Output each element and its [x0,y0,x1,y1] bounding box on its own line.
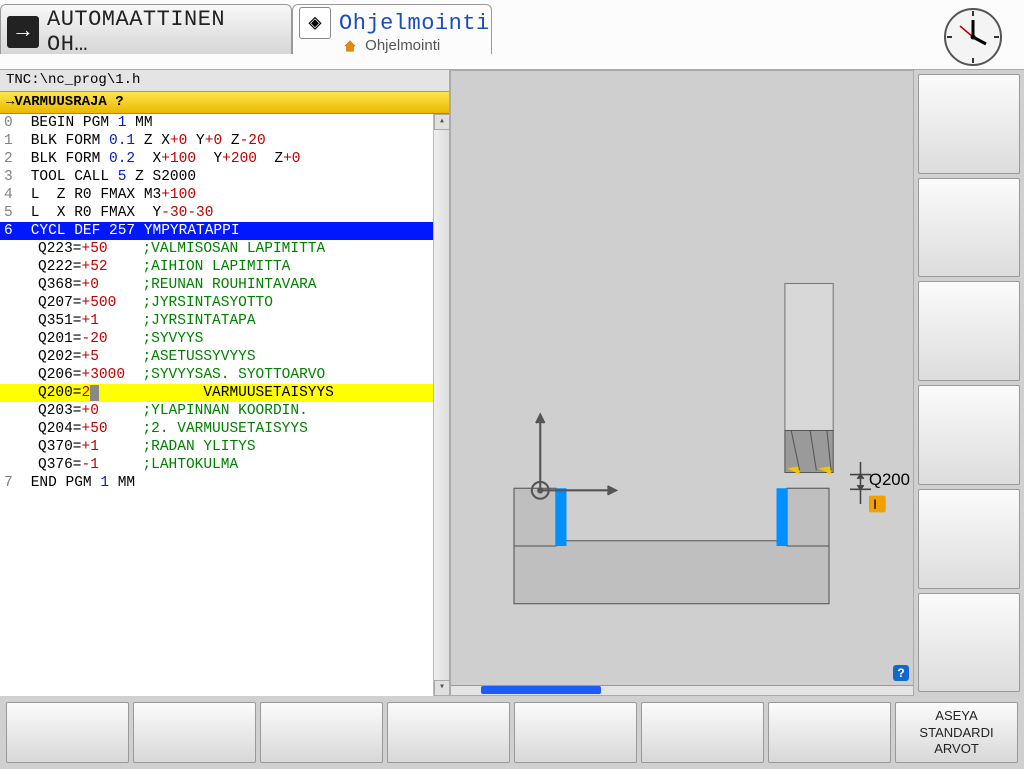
code-line[interactable]: Q222=+52 ;AIHION LAPIMITTA [0,258,449,276]
breadcrumb: Ohjelmointi [343,37,440,54]
code-line[interactable]: 2 BLK FORM 0.2 X+100 Y+200 Z+0 [0,150,449,168]
code-line[interactable]: Q351=+1 ;JYRSINTATAPA [0,312,449,330]
code-line[interactable]: Q368=+0 ;REUNAN ROUHINTAVARA [0,276,449,294]
panel-divider [451,685,913,695]
softkey-h-3[interactable] [260,702,383,763]
breadcrumb-label: Ohjelmointi [365,37,440,54]
tab-label: AUTOMAATTINEN OH… [47,7,279,57]
arrow-diamond-icon: ◈ [299,7,331,39]
code-line[interactable]: 1 BLK FORM 0.1 Z X+0 Y+0 Z-20 [0,132,449,150]
softkey-h-2[interactable] [133,702,256,763]
softkey-v-2[interactable] [918,178,1020,278]
code-line[interactable]: 7 END PGM 1 MM [0,474,449,492]
code-line[interactable]: Q203=+0 ;YLAPINNAN KOORDIN. [0,402,449,420]
code-line[interactable]: Q200=2 VARMUUSETAISYYS [0,384,449,402]
code-line[interactable]: 0 BEGIN PGM 1 MM [0,114,449,132]
vertical-scrollbar[interactable]: ▴ ▾ [433,114,449,697]
softkey-h-1[interactable] [6,702,129,763]
scroll-down-icon[interactable]: ▾ [434,680,449,696]
horizontal-softkey-bar: ASEYA STANDARDI ARVOT [0,696,1024,769]
code-line[interactable]: 6 CYCL DEF 257 YMPYRATAPPI [0,222,449,240]
softkey-v-5[interactable] [918,489,1020,589]
softkey-h-5[interactable] [514,702,637,763]
softkey-v-1[interactable] [918,74,1020,174]
split-handle[interactable] [481,686,601,694]
cycle-graphic: Q200 I [451,71,913,696]
code-line[interactable]: Q202=+5 ;ASETUSSYVYYS [0,348,449,366]
workspace: TNC:\nc_prog\1.h →VARMUUSRAJA ? 0 BEGIN … [0,70,1024,697]
softkey-h-7[interactable] [768,702,891,763]
code-line[interactable]: Q201=-20 ;SYVYYS [0,330,449,348]
tab-automatic-mode[interactable]: → AUTOMAATTINEN OH… [0,4,292,54]
code-line[interactable]: Q207=+500 ;JYRSINTASYOTTO [0,294,449,312]
softkey-v-4[interactable] [918,385,1020,485]
softkey-v-3[interactable] [918,281,1020,381]
arrow-right-icon: → [7,16,39,48]
input-prompt: →VARMUUSRAJA ? [0,92,449,114]
softkey-v-6[interactable] [918,593,1020,693]
code-line[interactable]: 4 L Z R0 FMAX M3+100 [0,186,449,204]
tab-label: Ohjelmointi [339,11,490,36]
tab-programming[interactable]: ◈ Ohjelmointi Ohjelmointi [292,4,492,54]
title-bar: → AUTOMAATTINEN OH… ◈ Ohjelmointi Ohjelm… [0,0,1024,70]
code-line[interactable]: Q206=+3000 ;SYVYYSAS. SYOTTOARVO [0,366,449,384]
code-line[interactable]: 3 TOOL CALL 5 Z S2000 [0,168,449,186]
svg-text:I: I [873,497,877,512]
clock-widget [942,6,1004,68]
code-line[interactable]: Q370=+1 ;RADAN YLITYS [0,438,449,456]
scroll-up-icon[interactable]: ▴ [434,114,449,130]
file-path: TNC:\nc_prog\1.h [0,70,449,92]
home-icon [343,39,357,53]
code-line[interactable]: Q223=+50 ;VALMISOSAN LAPIMITTA [0,240,449,258]
code-line[interactable]: 5 L X R0 FMAX Y-30-30 [0,204,449,222]
cycle-graphic-panel: Q200 I ? [450,70,914,697]
softkey-h-4[interactable] [387,702,510,763]
program-editor: TNC:\nc_prog\1.h →VARMUUSRAJA ? 0 BEGIN … [0,70,450,697]
vertical-softkey-bar [914,70,1024,697]
code-line[interactable]: Q376=-1 ;LAHTOKULMA [0,456,449,474]
code-line[interactable]: Q204=+50 ;2. VARMUUSETAISYYS [0,420,449,438]
help-icon[interactable]: ? [893,665,909,681]
code-listing[interactable]: 0 BEGIN PGM 1 MM1 BLK FORM 0.1 Z X+0 Y+0… [0,114,449,697]
softkey-h-6[interactable] [641,702,764,763]
softkey-set-default-values[interactable]: ASEYA STANDARDI ARVOT [895,702,1018,763]
dimension-label: Q200 [869,470,910,489]
